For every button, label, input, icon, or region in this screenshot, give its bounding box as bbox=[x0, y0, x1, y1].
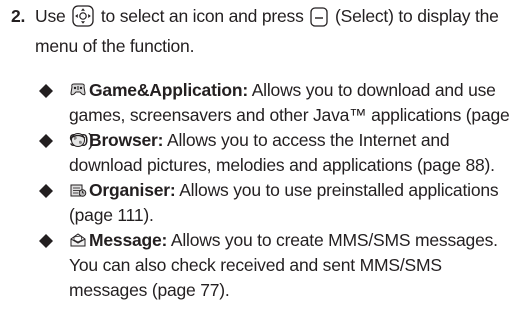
bullet-term: Organiser: bbox=[89, 180, 176, 200]
message-envelope-icon bbox=[69, 230, 87, 247]
bullet-body: Organiser: Allows you to use preinstalle… bbox=[69, 178, 521, 228]
bullet-body: Message: Allows you to create MMS/SMS me… bbox=[69, 228, 521, 303]
step-2: 2. Use to select an icon and press (Sele… bbox=[11, 4, 523, 59]
step-text-middle: to select an icon and press bbox=[100, 6, 304, 26]
bullet-term: Game&Application: bbox=[89, 80, 248, 100]
step-instruction: Use to select an icon and press (Select)… bbox=[35, 4, 523, 59]
bullet-term: Browser: bbox=[89, 130, 164, 150]
browser-globe-icon bbox=[69, 130, 87, 147]
diamond-bullet-icon bbox=[39, 134, 53, 148]
manual-page: 2. Use to select an icon and press (Sele… bbox=[0, 0, 528, 335]
organiser-icon bbox=[69, 180, 87, 197]
step-text-before: Use bbox=[35, 6, 66, 26]
game-application-icon bbox=[69, 80, 87, 96]
diamond-bullet-icon bbox=[39, 84, 53, 98]
bullet-body: Browser: Allows you to access the Intern… bbox=[69, 128, 521, 178]
step-number: 2. bbox=[11, 6, 26, 26]
diamond-bullet-icon bbox=[39, 184, 53, 198]
navigation-key-icon bbox=[72, 5, 94, 34]
select-softkey-icon bbox=[310, 7, 328, 34]
diamond-bullet-icon bbox=[39, 234, 53, 248]
bullet-term: Message: bbox=[89, 230, 168, 250]
